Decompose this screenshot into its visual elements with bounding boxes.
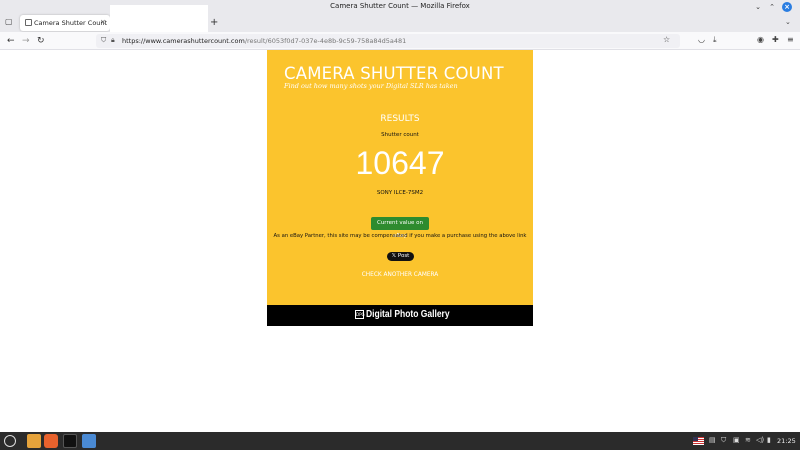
reload-icon[interactable]: ↻ [37, 35, 45, 47]
tracking-shield-icon[interactable]: ⛉ [101, 36, 106, 45]
page-favicon-icon [25, 19, 32, 26]
account-icon[interactable]: ◉ [757, 35, 764, 44]
firefox-app-icon[interactable] [44, 434, 58, 448]
terminal-app-icon[interactable] [63, 434, 77, 448]
results-heading: RESULTS [380, 114, 420, 124]
tab-list-icon[interactable]: ⌄ [785, 18, 791, 26]
volume-icon[interactable]: ◁) [756, 436, 764, 444]
shutter-count-value: 10647 [355, 145, 445, 181]
keyboard-layout-icon[interactable] [693, 437, 704, 445]
app-launcher-icon[interactable] [82, 434, 96, 448]
update-shield-icon[interactable]: ⛉ [721, 436, 726, 445]
notes-icon[interactable]: ▣ [733, 436, 740, 444]
lock-icon[interactable]: 🔒︎ [111, 36, 115, 45]
bookmark-star-icon[interactable]: ☆ [663, 35, 670, 44]
new-tab-icon[interactable]: + [210, 17, 218, 29]
taskbar: ▤ ⛉ ▣ ≋ ◁) ▮ 21:25 [0, 432, 800, 450]
url-text[interactable]: https://www.camerashuttercount.com/resul… [122, 37, 406, 45]
tab-close-icon[interactable]: × [100, 18, 106, 26]
taskbar-clock[interactable]: 21:25 [777, 437, 796, 445]
start-menu-icon[interactable] [4, 435, 16, 447]
footer-logo-text: Digital Photo Gallery [366, 309, 450, 320]
footer-banner[interactable]: DPG Digital Photo Gallery [267, 305, 533, 326]
ebay-value-button[interactable]: Current value on eBay [371, 217, 429, 239]
tab-camera-shutter-count[interactable]: Camera Shutter Count × [20, 15, 110, 31]
back-icon[interactable]: ← [7, 35, 15, 47]
app-menu-icon[interactable]: ≡ [787, 35, 794, 44]
camera-model: SONY ILCE-7SM2 [376, 190, 424, 196]
url-domain: https://www.camerashuttercount.com [122, 37, 245, 45]
shutter-count-label: Shutter count [381, 132, 419, 138]
battery-icon[interactable]: ▮ [767, 436, 771, 444]
close-window-icon[interactable]: × [782, 2, 792, 12]
tab-label: Camera Shutter Count [34, 19, 108, 27]
blank-tab-area [110, 5, 208, 32]
files-app-icon[interactable] [27, 434, 41, 448]
ebay-disclaimer: As an eBay Partner, this site may be com… [273, 233, 527, 239]
dpg-logo-icon: DPG [355, 310, 365, 319]
tab-overview-icon[interactable]: ▢ [5, 17, 15, 27]
check-another-camera-link[interactable]: CHECK ANOTHER CAMERA [267, 272, 533, 278]
pocket-icon[interactable]: ◡ [698, 35, 705, 44]
wifi-icon[interactable]: ≋ [745, 436, 751, 444]
extensions-icon[interactable]: ✚ [772, 35, 779, 44]
forward-icon[interactable]: → [22, 35, 30, 47]
url-bar[interactable]: ⛉ 🔒︎ https://www.camerashuttercount.com/… [96, 34, 680, 48]
maximize-icon[interactable]: ⌃ [767, 2, 777, 12]
site-tagline: Find out how many shots your Digital SLR… [284, 82, 458, 90]
downloads-icon[interactable]: ⤓ [713, 35, 717, 45]
x-post-button[interactable]: 𝕏 Post [387, 252, 414, 261]
url-path: /result/6053f0d7-037e-4e8b-9c59-758a84d5… [244, 37, 407, 45]
clipboard-icon[interactable]: ▤ [709, 436, 716, 444]
site-title[interactable]: CAMERA SHUTTER COUNT [284, 64, 504, 83]
navigation-bar: ← → ↻ ⛉ 🔒︎ https://www.camerashuttercoun… [0, 32, 800, 50]
minimize-icon[interactable]: ⌄ [753, 2, 763, 12]
